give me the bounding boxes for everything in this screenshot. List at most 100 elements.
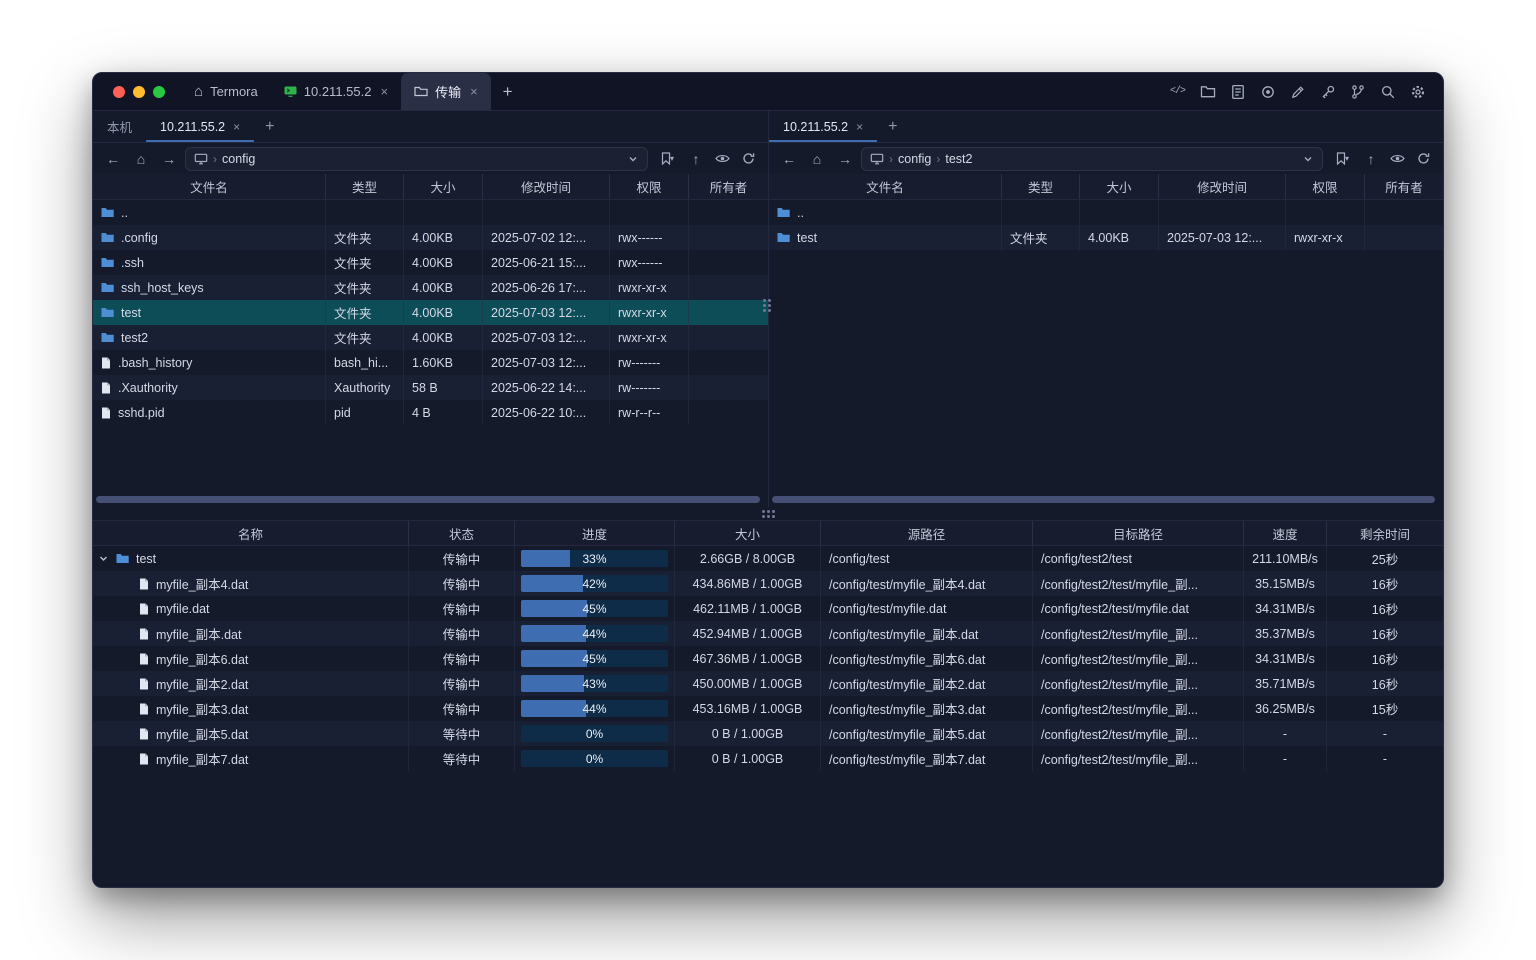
- forward-button[interactable]: →: [833, 147, 857, 171]
- forward-button[interactable]: →: [157, 147, 181, 171]
- show-hidden-button[interactable]: [710, 147, 734, 171]
- file-row[interactable]: test2 文件夹 4.00KB 2025-07-03 12:... rwxr-…: [93, 325, 768, 350]
- column-header[interactable]: 状态: [409, 521, 515, 545]
- minimize-window-button[interactable]: [133, 86, 145, 98]
- parent-directory-button[interactable]: ↑: [684, 147, 708, 171]
- new-tab-button[interactable]: +: [491, 73, 525, 110]
- home-button[interactable]: ⌂: [129, 147, 153, 171]
- column-header[interactable]: 大小: [675, 521, 821, 545]
- back-button[interactable]: ←: [777, 147, 801, 171]
- column-header[interactable]: 文件名: [769, 174, 1002, 199]
- chevron-down-icon[interactable]: [98, 553, 109, 564]
- refresh-button[interactable]: [736, 147, 760, 171]
- close-tab-icon[interactable]: ×: [856, 120, 863, 134]
- breadcrumb-item[interactable]: test2: [945, 152, 972, 166]
- column-header[interactable]: 大小: [1080, 174, 1159, 199]
- column-header[interactable]: 所有者: [1365, 174, 1443, 199]
- edit-icon[interactable]: [1284, 79, 1311, 105]
- transfer-eta: 16秒: [1327, 596, 1443, 621]
- column-header[interactable]: 速度: [1244, 521, 1327, 545]
- transfer-row[interactable]: myfile_副本.dat 传输中 44% 452.94MB / 1.00GB …: [93, 621, 1443, 646]
- close-tab-icon[interactable]: ×: [380, 84, 388, 99]
- close-tab-icon[interactable]: ×: [233, 120, 240, 134]
- close-tab-icon[interactable]: ×: [470, 84, 478, 99]
- tab-ssh-session[interactable]: 10.211.55.2 ×: [271, 73, 401, 110]
- horizontal-scrollbar-thumb[interactable]: [96, 496, 760, 503]
- breadcrumb-item[interactable]: config: [222, 152, 255, 166]
- tab-remote-session[interactable]: 10.211.55.2 ×: [146, 111, 254, 142]
- new-pane-tab-button[interactable]: +: [877, 111, 908, 142]
- breadcrumb[interactable]: › config › test2: [861, 147, 1323, 171]
- log-icon[interactable]: [1224, 79, 1251, 105]
- transfer-row[interactable]: test 传输中 33% 2.66GB / 8.00GB /config/tes…: [93, 546, 1443, 571]
- horizontal-scrollbar-thumb[interactable]: [772, 496, 1435, 503]
- column-header[interactable]: 大小: [404, 174, 483, 199]
- close-window-button[interactable]: [113, 86, 125, 98]
- branch-icon[interactable]: [1344, 79, 1371, 105]
- parent-directory-button[interactable]: ↑: [1359, 147, 1383, 171]
- settings-gear-icon[interactable]: [1404, 79, 1431, 105]
- tab-termora-home[interactable]: ⌂ Termora: [181, 73, 271, 110]
- transfer-row[interactable]: myfile.dat 传输中 45% 462.11MB / 1.00GB /co…: [93, 596, 1443, 621]
- transfer-row[interactable]: myfile_副本3.dat 传输中 44% 453.16MB / 1.00GB…: [93, 696, 1443, 721]
- file-owner-cell: [1365, 200, 1443, 225]
- transfer-eta: 16秒: [1327, 621, 1443, 646]
- file-type-cell: bash_hi...: [326, 350, 404, 375]
- search-icon[interactable]: [1374, 79, 1401, 105]
- file-row[interactable]: sshd.pid pid 4 B 2025-06-22 10:... rw-r-…: [93, 400, 768, 425]
- progress-label: 33%: [521, 550, 668, 567]
- transfer-row[interactable]: myfile_副本7.dat 等待中 0% 0 B / 1.00GB /conf…: [93, 746, 1443, 771]
- column-header[interactable]: 修改时间: [1159, 174, 1286, 199]
- file-row[interactable]: .ssh 文件夹 4.00KB 2025-06-21 15:... rwx---…: [93, 250, 768, 275]
- new-pane-tab-button[interactable]: +: [254, 111, 285, 142]
- file-name: .bash_history: [118, 356, 192, 370]
- transfer-row[interactable]: myfile_副本6.dat 传输中 45% 467.36MB / 1.00GB…: [93, 646, 1443, 671]
- column-header[interactable]: 目标路径: [1033, 521, 1244, 545]
- column-header[interactable]: 文件名: [93, 174, 326, 199]
- show-hidden-button[interactable]: [1385, 147, 1409, 171]
- key-icon[interactable]: [1314, 79, 1341, 105]
- file-row[interactable]: ..: [769, 200, 1443, 225]
- file-row[interactable]: ..: [93, 200, 768, 225]
- file-row[interactable]: ssh_host_keys 文件夹 4.00KB 2025-06-26 17:.…: [93, 275, 768, 300]
- breadcrumb-item[interactable]: config: [898, 152, 931, 166]
- transfer-row[interactable]: myfile_副本2.dat 传输中 43% 450.00MB / 1.00GB…: [93, 671, 1443, 696]
- breadcrumb-dropdown-icon[interactable]: [1302, 153, 1314, 165]
- transfer-row[interactable]: myfile_副本5.dat 等待中 0% 0 B / 1.00GB /conf…: [93, 721, 1443, 746]
- tab-local[interactable]: 本机: [93, 111, 146, 142]
- bookmark-button[interactable]: ▾: [652, 147, 682, 171]
- column-header[interactable]: 类型: [1002, 174, 1080, 199]
- horizontal-splitter[interactable]: [93, 507, 1443, 521]
- file-perm-cell: rwx------: [610, 225, 689, 250]
- transfer-row[interactable]: myfile_副本4.dat 传输中 42% 434.86MB / 1.00GB…: [93, 571, 1443, 596]
- column-header[interactable]: 权限: [1286, 174, 1365, 199]
- vertical-splitter-grip[interactable]: [763, 299, 771, 312]
- file-row[interactable]: .Xauthority Xauthority 58 B 2025-06-22 1…: [93, 375, 768, 400]
- column-header[interactable]: 类型: [326, 174, 404, 199]
- horizontal-splitter-grip[interactable]: [762, 510, 775, 518]
- tab-transfer[interactable]: 传输 ×: [401, 73, 491, 110]
- column-header[interactable]: 进度: [515, 521, 675, 545]
- bookmark-button[interactable]: ▾: [1327, 147, 1357, 171]
- record-icon[interactable]: [1254, 79, 1281, 105]
- file-row[interactable]: .config 文件夹 4.00KB 2025-07-02 12:... rwx…: [93, 225, 768, 250]
- home-button[interactable]: ⌂: [805, 147, 829, 171]
- refresh-button[interactable]: [1411, 147, 1435, 171]
- code-snippets-icon[interactable]: </>: [1164, 79, 1191, 105]
- breadcrumb[interactable]: › config: [185, 147, 648, 171]
- folder-icon[interactable]: [1194, 79, 1221, 105]
- column-header[interactable]: 权限: [610, 174, 689, 199]
- back-button[interactable]: ←: [101, 147, 125, 171]
- file-row-selected[interactable]: test 文件夹 4.00KB 2025-07-03 12:... rwxr-x…: [93, 300, 768, 325]
- column-header[interactable]: 源路径: [821, 521, 1033, 545]
- breadcrumb-dropdown-icon[interactable]: [627, 153, 639, 165]
- zoom-window-button[interactable]: [153, 86, 165, 98]
- file-row[interactable]: test 文件夹 4.00KB 2025-07-03 12:... rwxr-x…: [769, 225, 1443, 250]
- column-header[interactable]: 剩余时间: [1327, 521, 1443, 545]
- column-header[interactable]: 名称: [93, 521, 409, 545]
- file-name-cell: .Xauthority: [93, 375, 326, 400]
- tab-remote-session[interactable]: 10.211.55.2 ×: [769, 111, 877, 142]
- column-header[interactable]: 所有者: [689, 174, 768, 199]
- column-header[interactable]: 修改时间: [483, 174, 610, 199]
- file-row[interactable]: .bash_history bash_hi... 1.60KB 2025-07-…: [93, 350, 768, 375]
